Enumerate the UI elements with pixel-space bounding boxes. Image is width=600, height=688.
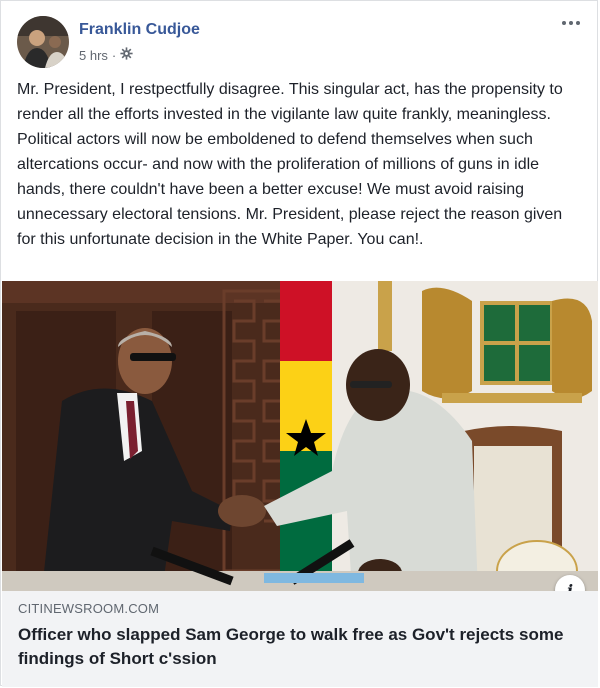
author-avatar[interactable] xyxy=(17,16,69,68)
more-options-icon[interactable] xyxy=(557,13,585,33)
post-card: Franklin Cudjoe 5 hrs · Mr. President, I… xyxy=(0,0,598,687)
link-domain: CITINEWSROOM.COM xyxy=(18,601,160,616)
post-header: Franklin Cudjoe 5 hrs · xyxy=(1,1,597,68)
gear-icon[interactable] xyxy=(120,47,133,63)
post-timestamp[interactable]: 5 hrs xyxy=(79,48,108,63)
meta-separator: · xyxy=(111,47,117,63)
post-meta: 5 hrs · xyxy=(79,47,133,63)
author-name[interactable]: Franklin Cudjoe xyxy=(79,21,200,39)
link-headline[interactable]: Officer who slapped Sam George to walk f… xyxy=(18,623,588,671)
post-text: Mr. President, I restpectfully disagree.… xyxy=(17,81,563,248)
link-preview[interactable]: CITINEWSROOM.COM Officer who slapped Sam… xyxy=(2,591,598,687)
link-image[interactable] xyxy=(2,281,598,591)
